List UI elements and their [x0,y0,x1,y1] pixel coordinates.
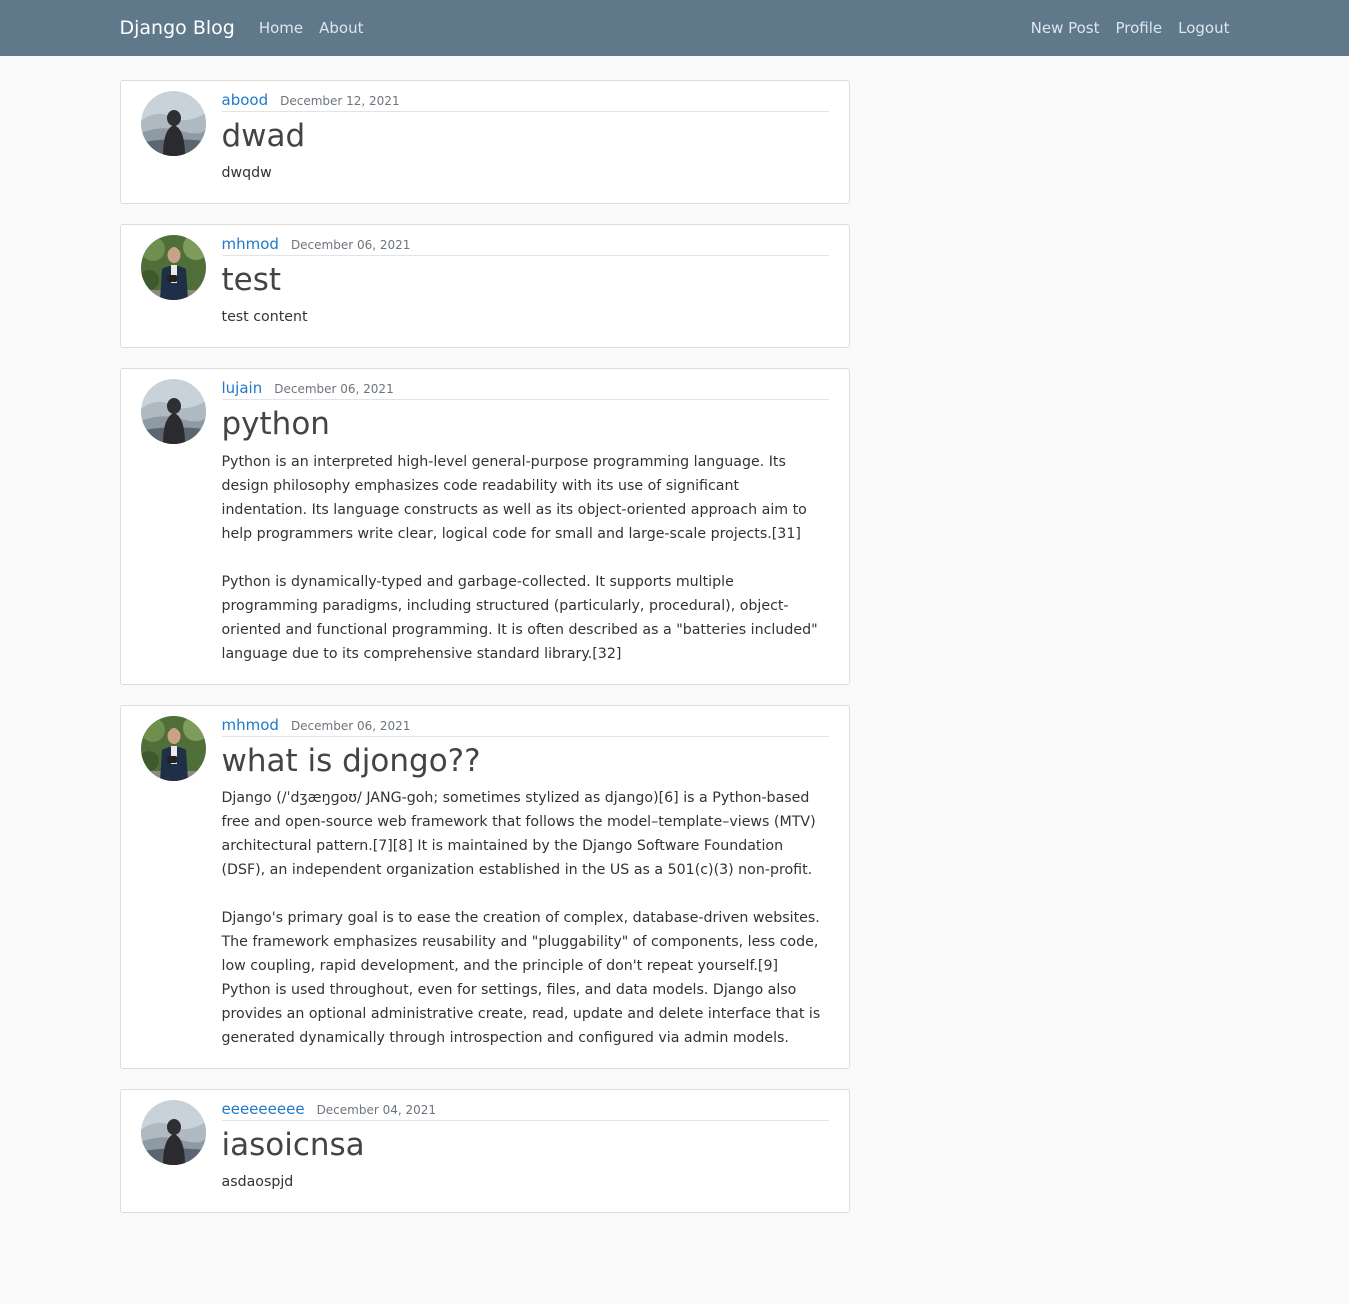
nav-link-logout[interactable]: Logout [1178,19,1229,37]
post-card: abood December 12, 2021 dwad dwqdw [119,80,850,205]
post-paragraph: Python is dynamically-typed and garbage-… [221,573,818,662]
post-paragraph: test content [221,309,308,326]
navbar-left: Django Blog Home About [120,17,380,39]
post-content: asdaospjd [222,1170,829,1194]
nav-link-about[interactable]: About [319,19,363,37]
post-meta: mhmod December 06, 2021 [221,235,829,257]
post-author-link[interactable]: lujain [222,379,263,397]
post-list: abood December 12, 2021 dwad dwqdw mhmod Dece… [119,56,1230,1213]
post-title-link[interactable]: python [222,406,829,443]
post-paragraph: Django's primary goal is to ease the cre… [221,909,821,1046]
navbar-right: New Post Profile Logout [1031,19,1230,37]
default-avatar-icon[interactable] [140,379,206,445]
default-avatar-icon[interactable] [140,91,206,156]
post-date: December 04, 2021 [316,1102,437,1117]
post-meta: abood December 12, 2021 [221,91,829,112]
post-paragraph: dwqdw [221,165,272,182]
post-card: mhmod December 06, 2021 test test content [119,224,850,349]
post-body: lujain December 06, 2021 python Python is a… [221,379,829,666]
post-body: abood December 12, 2021 dwad dwqdw [221,91,829,185]
top-navbar: Django Blog Home About New Post Profile … [0,0,1349,56]
post-content: test content [222,305,829,329]
post-author-link[interactable]: abood [222,91,269,109]
post-body: mhmod December 06, 2021 what is djongo?? Dj… [221,716,829,1050]
post-card: mhmod December 06, 2021 what is djongo?? Dj… [119,704,850,1069]
brand-link[interactable]: Django Blog [120,17,235,39]
post-paragraph: Python is an interpreted high-level gene… [221,453,807,542]
nav-link-new-post[interactable]: New Post [1031,19,1100,37]
post-card: eeeeeeeee December 04, 2021 iasoicnsa asdao… [119,1088,850,1213]
post-paragraph: asdaospjd [221,1173,294,1190]
post-content: dwqdw [222,161,829,185]
post-content: Django (/ˈdʒæŋɡoʊ/ JANG-goh; sometimes s… [222,786,829,1050]
post-meta: lujain December 06, 2021 [221,379,829,401]
post-meta: mhmod December 06, 2021 [221,716,829,737]
nav-link-home[interactable]: Home [259,19,303,37]
post-author-link[interactable]: mhmod [222,235,279,253]
post-author-link[interactable]: eeeeeeeee [222,1100,305,1118]
post-title-link[interactable]: dwad [222,118,829,155]
post-card: lujain December 06, 2021 python Python is a… [119,368,850,685]
user-photo-avatar[interactable] [140,235,206,301]
post-title-link[interactable]: what is djongo?? [222,743,829,780]
post-date: December 12, 2021 [280,94,400,108]
post-date: December 06, 2021 [290,718,411,733]
post-content: Python is an interpreted high-level gene… [222,450,829,666]
navbar-inner: Django Blog Home About New Post Profile … [120,17,1230,39]
post-date: December 06, 2021 [290,238,411,253]
post-body: eeeeeeeee December 04, 2021 iasoicnsa asdao… [221,1100,829,1194]
post-paragraph: Django (/ˈdʒæŋɡoʊ/ JANG-goh; sometimes s… [221,789,816,878]
post-author-link[interactable]: mhmod [222,716,279,734]
post-date: December 06, 2021 [274,382,394,397]
post-body: mhmod December 06, 2021 test test content [221,235,829,329]
nav-link-profile[interactable]: Profile [1116,19,1163,37]
default-avatar-icon[interactable] [140,1099,206,1165]
post-title-link[interactable]: iasoicnsa [222,1127,829,1164]
post-meta: eeeeeeeee December 04, 2021 [221,1100,829,1121]
post-title-link[interactable]: test [222,262,829,299]
user-photo-avatar[interactable] [140,715,206,781]
